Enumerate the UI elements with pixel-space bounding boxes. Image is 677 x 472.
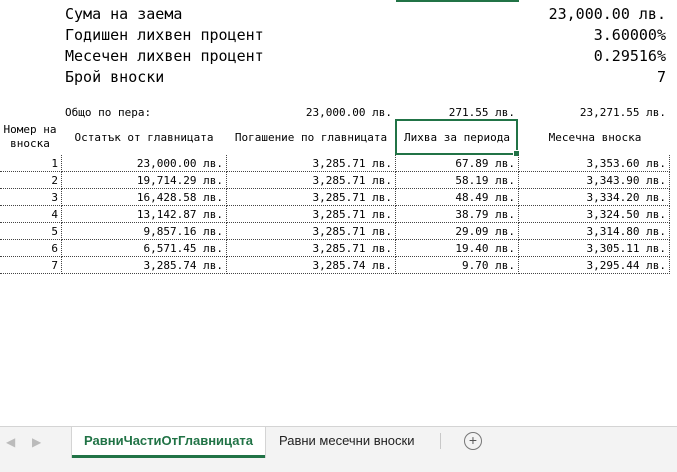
monthly-rate-value[interactable]: 0.29516% [594, 47, 666, 65]
cell-payment[interactable]: 3,353.60 лв. [519, 155, 670, 172]
cell-number[interactable]: 7 [0, 257, 62, 274]
add-sheet-icon[interactable]: + [464, 432, 482, 450]
cell-interest[interactable]: 38.79 лв. [396, 206, 519, 223]
cell-number[interactable]: 5 [0, 223, 62, 240]
cell-interest[interactable]: 9.70 лв. [396, 257, 519, 274]
cell-payment[interactable]: 3,295.44 лв. [519, 257, 670, 274]
prev-sheet-icon[interactable]: ◀ [6, 435, 15, 449]
cell-principal[interactable]: 3,285.71 лв. [227, 172, 396, 189]
cell-balance[interactable]: 13,142.87 лв. [62, 206, 227, 223]
cell-balance[interactable]: 23,000.00 лв. [62, 155, 227, 172]
cell-principal[interactable]: 3,285.71 лв. [227, 155, 396, 172]
cell-number[interactable]: 1 [0, 155, 62, 172]
sheet-tab-bar: ◀ ▶ РавниЧастиОтГлавницата Равни месечни… [0, 426, 677, 472]
header-monthly-payment[interactable]: Месечна вноска [520, 131, 670, 145]
cell-principal[interactable]: 3,285.71 лв. [227, 223, 396, 240]
cell-principal[interactable]: 3,285.71 лв. [227, 206, 396, 223]
next-sheet-icon[interactable]: ▶ [32, 435, 41, 449]
cell-number[interactable]: 2 [0, 172, 62, 189]
loan-amount-value[interactable]: 23,000.00 лв. [549, 5, 666, 23]
totals-principal[interactable]: 23,000.00 лв. [230, 106, 392, 119]
cell-number[interactable]: 4 [0, 206, 62, 223]
header-remaining-balance[interactable]: Остатък от главницата [62, 131, 226, 145]
loan-amount-label[interactable]: Сума на заема [65, 5, 182, 23]
cell-interest[interactable]: 19.40 лв. [396, 240, 519, 257]
cell-balance[interactable]: 19,714.29 лв. [62, 172, 227, 189]
monthly-rate-label[interactable]: Месечен лихвен процент [65, 47, 264, 65]
totals-label[interactable]: Общо по пера: [65, 106, 151, 119]
cell-balance[interactable]: 9,857.16 лв. [62, 223, 227, 240]
installments-label[interactable]: Брой вноски [65, 68, 164, 86]
annual-rate-value[interactable]: 3.60000% [594, 26, 666, 44]
header-principal-payment[interactable]: Погашение по главницата [227, 131, 395, 145]
cell-payment[interactable]: 3,343.90 лв. [519, 172, 670, 189]
cell-principal[interactable]: 3,285.74 лв. [227, 257, 396, 274]
cell-interest[interactable]: 48.49 лв. [396, 189, 519, 206]
cell-payment[interactable]: 3,314.80 лв. [519, 223, 670, 240]
installments-value[interactable]: 7 [657, 68, 666, 86]
spreadsheet-grid[interactable]: Сума на заема 23,000.00 лв. Годишен лихв… [0, 0, 677, 426]
totals-payment[interactable]: 23,271.55 лв. [520, 106, 666, 119]
cell-balance[interactable]: 3,285.74 лв. [62, 257, 227, 274]
sheet-tab-equal-payments[interactable]: Равни месечни вноски [267, 427, 426, 455]
header-installment-number[interactable]: Номер на вноска [0, 123, 60, 151]
selected-cell[interactable] [395, 119, 520, 157]
cell-balance[interactable]: 16,428.58 лв. [62, 189, 227, 206]
cell-interest[interactable]: 29.09 лв. [396, 223, 519, 240]
cell-payment[interactable]: 3,324.50 лв. [519, 206, 670, 223]
totals-interest[interactable]: 271.55 лв. [396, 106, 515, 119]
column-selection-indicator [396, 0, 519, 2]
cell-number[interactable]: 6 [0, 240, 62, 257]
cell-principal[interactable]: 3,285.71 лв. [227, 240, 396, 257]
cell-principal[interactable]: 3,285.71 лв. [227, 189, 396, 206]
cell-payment[interactable]: 3,305.11 лв. [519, 240, 670, 257]
cell-balance[interactable]: 6,571.45 лв. [62, 240, 227, 257]
cell-payment[interactable]: 3,334.20 лв. [519, 189, 670, 206]
annual-rate-label[interactable]: Годишен лихвен процент [65, 26, 264, 44]
cell-number[interactable]: 3 [0, 189, 62, 206]
cell-interest[interactable]: 58.19 лв. [396, 172, 519, 189]
cell-interest[interactable]: 67.89 лв. [396, 155, 519, 172]
tab-separator [440, 433, 441, 449]
sheet-tab-equal-principal[interactable]: РавниЧастиОтГлавницата [72, 427, 266, 458]
